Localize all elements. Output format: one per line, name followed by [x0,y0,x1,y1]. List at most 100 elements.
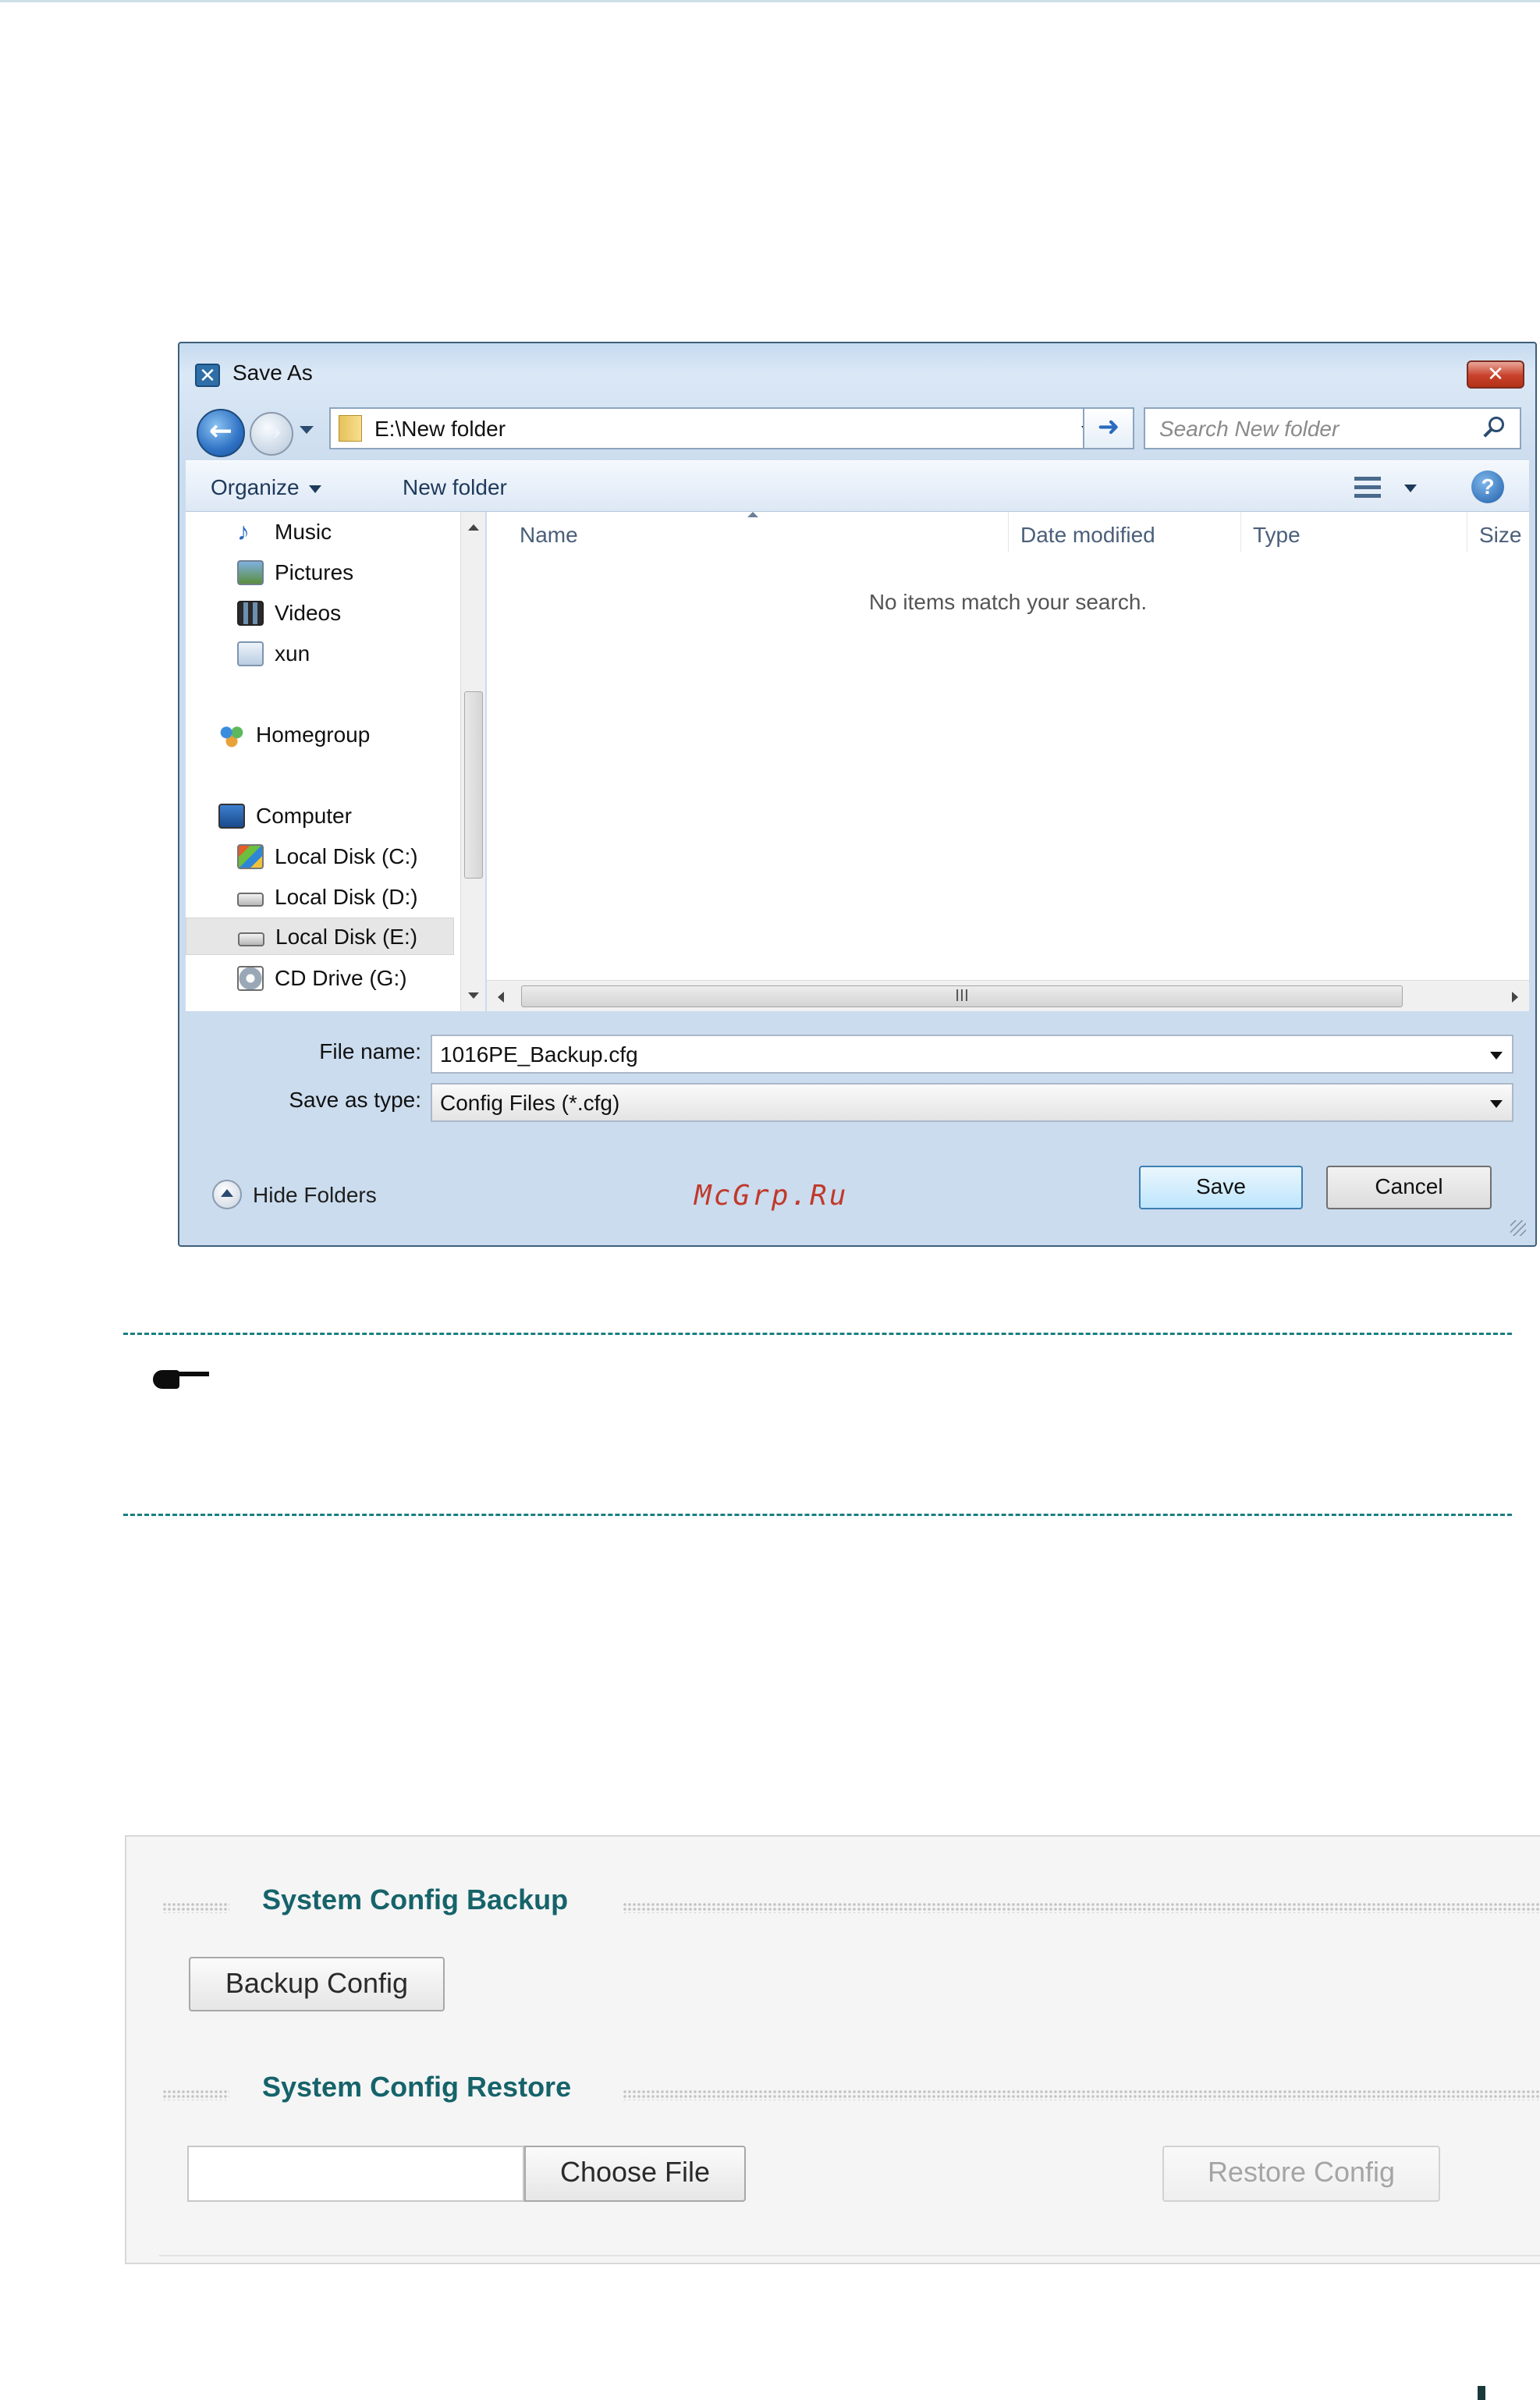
search-placeholder: Search New folder [1159,417,1340,441]
nav-label: xun [275,641,310,666]
note-pointer-icon [153,1365,209,1392]
horizontal-scrollbar[interactable]: III [487,980,1529,1011]
dialog-titlebar: ✕ Save As ✕ [179,343,1535,389]
toolbar: Organize New folder ? [186,460,1529,512]
save-type-value: Config Files (*.cfg) [440,1091,620,1115]
address-bar[interactable]: E:\New folder [329,407,1109,449]
close-button[interactable]: ✕ [1467,360,1524,389]
system-config-panel: System Config Backup Backup Config Syste… [125,1835,1540,2264]
folder-icon [339,415,362,442]
nav-label: CD Drive (G:) [275,966,407,990]
column-header-size[interactable]: Size [1479,523,1521,548]
nav-scroll-thumb[interactable] [464,691,483,879]
file-name-input[interactable]: 1016PE_Backup.cfg [431,1035,1513,1074]
computer-icon [218,804,245,829]
search-input[interactable]: Search New folder [1144,407,1521,449]
choose-file-button[interactable]: Choose File [524,2146,746,2202]
column-separator[interactable] [1008,512,1009,552]
go-arrow-icon: ➜ [1097,411,1120,442]
nav-label: Pictures [275,560,354,584]
file-path-input[interactable] [187,2146,524,2202]
nav-item-cd-drive-g[interactable]: CD Drive (G:) [186,960,454,997]
resize-grip[interactable] [1510,1220,1526,1236]
navigation-pane: ♪ Music Pictures Videos xun Homegroup Co… [186,512,485,1011]
organize-button[interactable]: Organize [211,475,321,500]
nav-item-local-disk-e[interactable]: Local Disk (E:) [186,918,454,955]
recent-pages-chevron-icon[interactable] [300,426,314,434]
scroll-down-icon[interactable] [468,992,479,999]
nav-scrollbar[interactable] [460,512,485,1011]
dotted-rule [623,2089,1540,2100]
music-icon: ♪ [237,517,250,545]
column-header-type[interactable]: Type [1253,523,1300,548]
restore-config-button[interactable]: Restore Config [1162,2146,1440,2202]
arrow-left-icon: ← [208,415,233,447]
nav-label: Local Disk (D:) [275,885,418,909]
nav-label: Local Disk (E:) [275,925,418,949]
nav-item-videos[interactable]: Videos [186,595,454,632]
dotted-rule [162,1902,229,1913]
cd-drive-icon [237,966,264,991]
back-button[interactable]: ← [197,409,245,457]
nav-item-computer[interactable]: Computer [186,797,454,835]
address-path: E:\New folder [374,417,506,441]
organize-label: Organize [211,475,300,499]
note-bottom-divider [123,1514,1512,1516]
page-corner-mark [1478,2386,1485,2400]
scroll-up-icon[interactable] [468,524,479,531]
scroll-right-icon[interactable] [1512,992,1518,1003]
app-icon: ✕ [195,364,220,387]
search-icon [1489,417,1504,432]
hide-folders-button[interactable]: Hide Folders [253,1183,377,1208]
cancel-button[interactable]: Cancel [1326,1166,1492,1209]
help-icon[interactable]: ? [1471,470,1504,503]
watermark: McGrp.Ru [694,1180,849,1212]
nav-item-pictures[interactable]: Pictures [186,554,454,591]
restore-section-title: System Config Restore [262,2071,572,2103]
top-rule [0,0,1540,2]
dotted-rule [162,2089,229,2100]
user-folder-icon [237,641,264,666]
backup-config-button[interactable]: Backup Config [189,1957,445,2011]
scroll-left-icon[interactable] [498,992,504,1003]
nav-item-local-disk-d[interactable]: Local Disk (D:) [186,879,454,916]
save-type-label: Save as type: [289,1088,421,1112]
nav-label: Local Disk (C:) [275,844,418,868]
hide-folders-chevron-icon[interactable] [212,1180,242,1209]
forward-button[interactable]: → [250,412,293,456]
chevron-down-icon[interactable] [1490,1052,1503,1060]
view-chevron-down-icon[interactable] [1404,485,1417,492]
save-button[interactable]: Save [1139,1166,1303,1209]
panel-bottom-rule [159,2255,1540,2256]
homegroup-icon [218,722,245,747]
nav-item-music[interactable]: ♪ Music [186,513,454,551]
view-options-icon[interactable] [1354,477,1381,499]
column-separator[interactable] [1240,512,1241,552]
column-header-date-modified[interactable]: Date modified [1020,523,1155,548]
pictures-icon [237,560,264,585]
save-type-select[interactable]: Config Files (*.cfg) [431,1083,1513,1122]
nav-item-homegroup[interactable]: Homegroup [186,716,454,754]
nav-label: Homegroup [256,722,371,747]
nav-item-xun[interactable]: xun [186,635,454,673]
horizontal-scroll-thumb[interactable]: III [521,985,1403,1007]
file-list-pane: Name Date modified Type Size No items ma… [487,512,1529,1011]
column-header-name[interactable]: Name [520,523,578,548]
disk-icon [238,932,264,946]
chevron-down-icon[interactable] [1490,1100,1503,1108]
new-folder-button[interactable]: New folder [403,475,507,500]
backup-section-title: System Config Backup [262,1883,569,1915]
nav-item-local-disk-c[interactable]: Local Disk (C:) [186,838,454,875]
file-name-value: 1016PE_Backup.cfg [440,1042,638,1067]
save-as-dialog: ✕ Save As ✕ ← → E:\New folder ➜ Search N… [178,342,1537,1247]
file-name-label: File name: [319,1039,421,1063]
system-disk-icon [237,844,264,869]
nav-label: Computer [256,804,352,828]
nav-label: Videos [275,601,342,625]
sort-ascending-icon [747,512,758,517]
arrow-right-icon: → [261,419,282,446]
chevron-down-icon [308,485,321,493]
disk-icon [237,893,264,907]
note-top-divider [123,1333,1512,1335]
go-button[interactable]: ➜ [1083,407,1134,449]
